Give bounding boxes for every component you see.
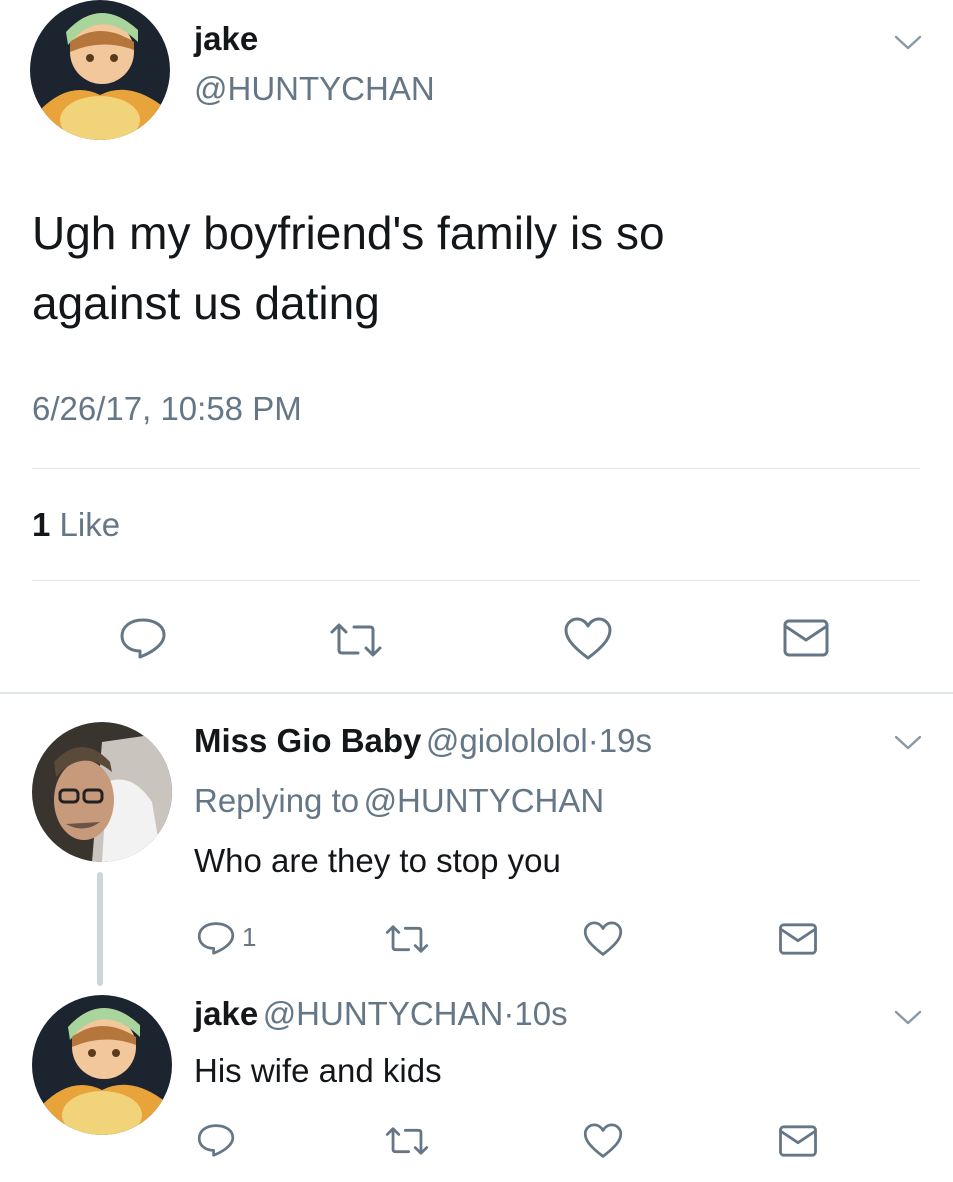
tweet-text: Ugh my boyfriend's family is so against … (32, 198, 912, 338)
meta-separator: · (503, 995, 515, 1032)
author-name[interactable]: jake (194, 20, 258, 58)
message-icon[interactable] (778, 1124, 818, 1158)
avatar-jake[interactable] (30, 0, 170, 140)
tweet-text-line: Ugh my boyfriend's family is so (32, 207, 665, 259)
tweet-timestamp[interactable]: 6/26/17, 10:58 PM (32, 390, 302, 428)
thread-line (97, 872, 103, 986)
replying-handle-link[interactable]: @HUNTYCHAN (364, 782, 605, 819)
reply-count: 1 (242, 922, 257, 952)
retweet-icon[interactable] (328, 620, 384, 660)
reply-author-name[interactable]: jake (194, 995, 258, 1032)
author-handle[interactable]: @HUNTYCHAN (194, 70, 435, 108)
reply-header: jake @HUNTYCHAN·10s (194, 995, 568, 1033)
replying-prefix: Replying to (194, 782, 360, 819)
reply-time[interactable]: 19s (599, 722, 652, 759)
tweet-text-line: against us dating (32, 277, 380, 329)
like-icon[interactable] (562, 616, 614, 662)
message-icon[interactable] (778, 922, 818, 956)
reply-author-handle[interactable]: @giolololol (426, 722, 588, 759)
reply-icon[interactable] (196, 920, 236, 956)
chevron-down-icon[interactable] (893, 733, 923, 753)
replying-to: Replying to @HUNTYCHAN (194, 782, 604, 820)
reply-author-handle[interactable]: @HUNTYCHAN (263, 995, 504, 1032)
likes-label: Like (59, 506, 121, 543)
chevron-down-icon[interactable] (893, 1008, 923, 1028)
divider (0, 692, 953, 694)
reply-text: Who are they to stop you (194, 842, 561, 879)
like-icon[interactable] (582, 1122, 624, 1160)
avatar-miss-gio-baby[interactable] (32, 722, 172, 862)
reply-text: His wife and kids (194, 1052, 442, 1089)
reply-time[interactable]: 10s (514, 995, 567, 1032)
like-icon[interactable] (582, 920, 624, 958)
likes-count[interactable]: 1 Like (32, 506, 120, 544)
divider (32, 468, 920, 469)
retweet-icon[interactable] (384, 922, 430, 956)
reply-icon[interactable] (196, 1122, 236, 1158)
avatar-jake[interactable] (32, 995, 172, 1135)
divider (32, 580, 920, 581)
reply-icon[interactable] (118, 616, 168, 660)
chevron-down-icon[interactable] (893, 33, 923, 53)
likes-number: 1 (32, 506, 51, 543)
message-icon[interactable] (782, 618, 830, 658)
reply-author-name[interactable]: Miss Gio Baby (194, 722, 421, 759)
meta-separator: · (587, 722, 599, 759)
reply-header: Miss Gio Baby @giolololol·19s (194, 722, 652, 760)
retweet-icon[interactable] (384, 1124, 430, 1158)
